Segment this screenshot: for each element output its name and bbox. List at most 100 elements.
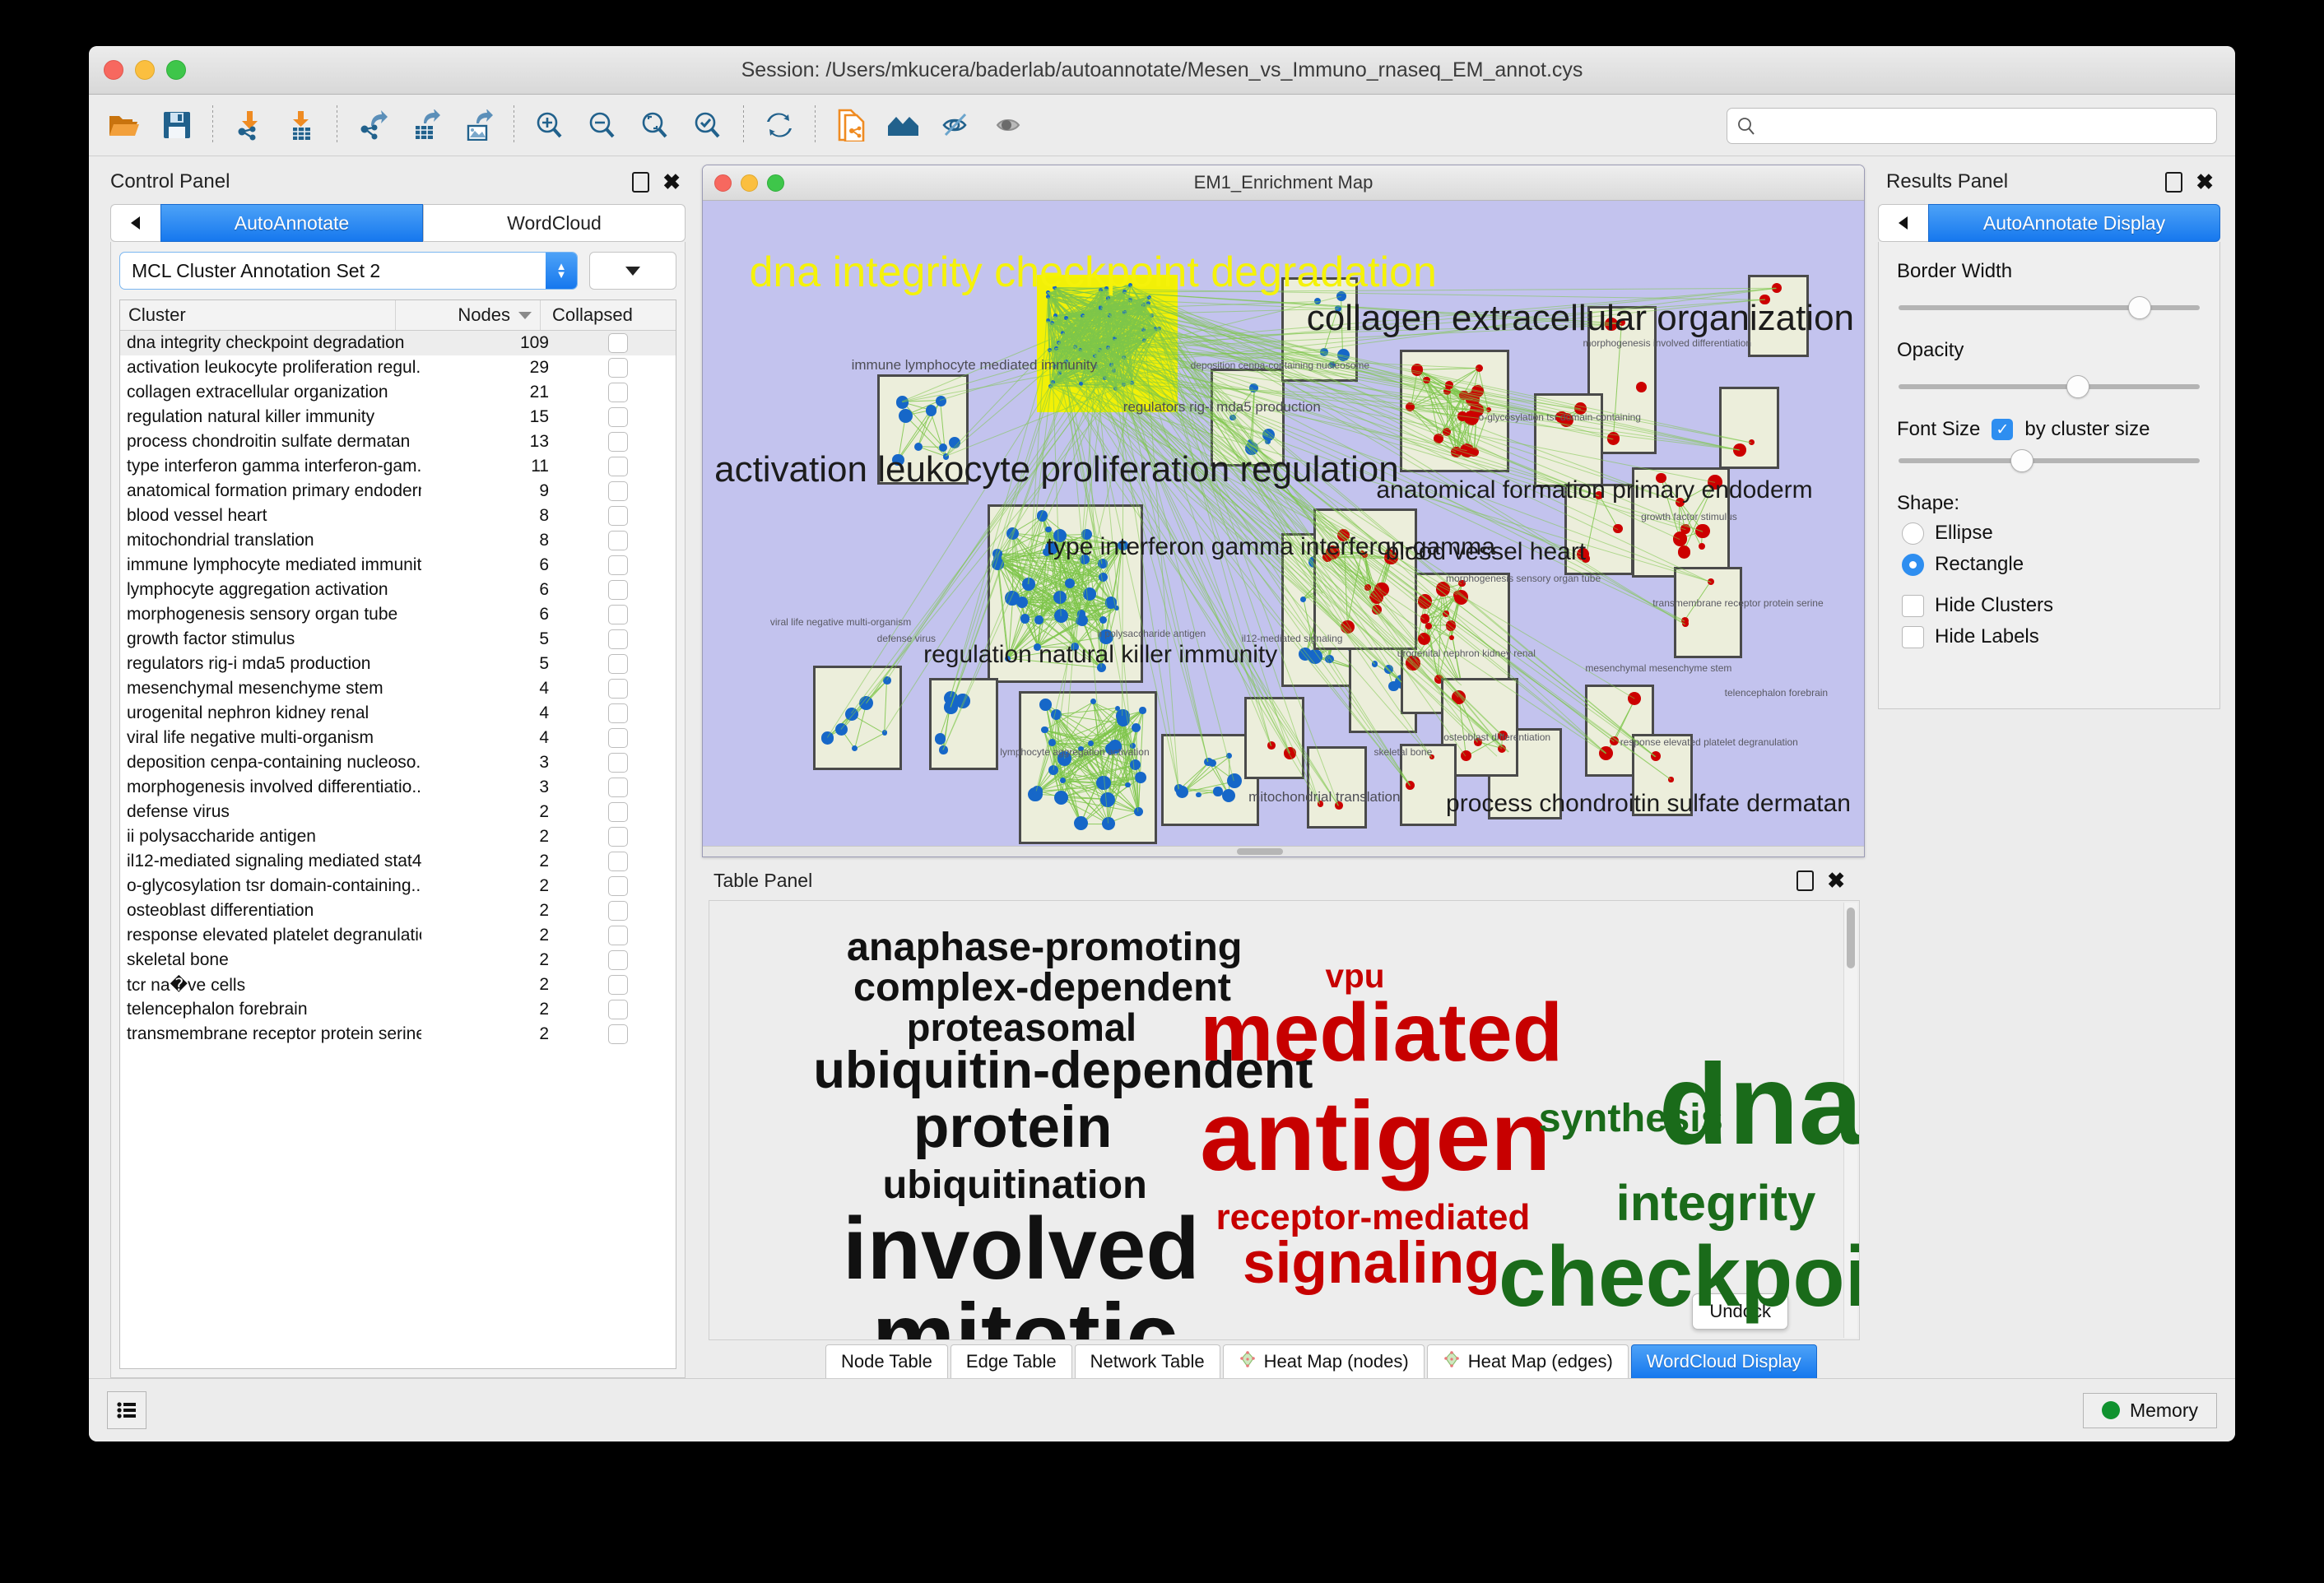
table-row[interactable]: growth factor stimulus5 [120, 627, 676, 652]
network-node[interactable] [1222, 789, 1235, 802]
close-panel-icon[interactable]: ✖ [662, 171, 681, 193]
cluster-label[interactable]: blood vessel heart [1386, 538, 1587, 566]
collapsed-checkbox[interactable] [608, 383, 628, 402]
network-node[interactable] [1020, 614, 1030, 623]
cluster-box[interactable] [929, 678, 998, 770]
table-row[interactable]: anatomical formation primary endoderm9 [120, 479, 676, 504]
network-node[interactable] [1213, 787, 1222, 796]
border-width-slider[interactable] [1899, 296, 2200, 318]
cluster-label[interactable]: lymphocyte aggregation activation [1000, 746, 1149, 758]
network-node[interactable] [1039, 699, 1052, 711]
collapsed-checkbox[interactable] [608, 358, 628, 378]
font-size-by-cluster-checkbox[interactable]: ✓ [1992, 419, 2013, 440]
tab-heat-map-nodes[interactable]: Heat Map (nodes) [1223, 1344, 1425, 1378]
network-node[interactable] [1300, 597, 1306, 602]
cluster-label[interactable]: collagen extracellular organization [1307, 298, 1854, 339]
cluster-label[interactable]: dna integrity checkpoint degradation [749, 248, 1436, 297]
table-row[interactable]: process chondroitin sulfate dermatan13 [120, 429, 676, 454]
tab-edge-table[interactable]: Edge Table [951, 1344, 1072, 1378]
cell-collapsed[interactable] [560, 605, 676, 624]
table-row[interactable]: collagen extracellular organization21 [120, 380, 676, 405]
shape-option-rectangle[interactable]: Rectangle [1902, 553, 2205, 576]
table-row[interactable]: type interferon gamma interferon-gam...1… [120, 454, 676, 479]
wordcloud-word[interactable]: dna [1658, 1047, 1860, 1162]
table-row[interactable]: dna integrity checkpoint degradation109 [120, 331, 676, 355]
cell-collapsed[interactable] [560, 1000, 676, 1019]
cell-collapsed[interactable] [560, 555, 676, 575]
table-row[interactable]: mesenchymal mesenchyme stem4 [120, 676, 676, 701]
collapsed-checkbox[interactable] [608, 531, 628, 550]
annotation-set-menu-button[interactable] [589, 252, 676, 290]
close-window-button[interactable] [104, 60, 123, 80]
cluster-label[interactable]: defense virus [877, 633, 936, 644]
tab-autoannotate-display[interactable]: AutoAnnotate Display [1928, 204, 2220, 242]
cell-collapsed[interactable] [560, 654, 676, 674]
cell-collapsed[interactable] [560, 1024, 676, 1044]
collapsed-checkbox[interactable] [608, 555, 628, 575]
cell-collapsed[interactable] [560, 383, 676, 402]
collapsed-checkbox[interactable] [608, 778, 628, 797]
network-node[interactable] [1388, 681, 1398, 691]
hide-icon[interactable] [932, 102, 980, 148]
network-node[interactable] [926, 405, 937, 416]
table-row[interactable]: transmembrane receptor protein serine2 [120, 1022, 676, 1047]
cell-collapsed[interactable] [560, 531, 676, 550]
export-table-icon[interactable] [402, 102, 449, 148]
collapsed-checkbox[interactable] [608, 679, 628, 699]
cluster-label[interactable]: il12-mediated signaling [1242, 633, 1343, 644]
cluster-label[interactable]: skeletal bone [1374, 746, 1433, 758]
minimize-window-button[interactable] [135, 60, 155, 80]
float-table-panel-icon[interactable] [1796, 870, 1814, 891]
wordcloud-display[interactable]: Undock anaphase-promotingcomplex-depende… [709, 900, 1860, 1340]
hide-clusters-row[interactable]: Hide Clusters [1902, 594, 2205, 617]
cell-collapsed[interactable] [560, 506, 676, 526]
collapsed-checkbox[interactable] [608, 457, 628, 476]
table-row[interactable]: ii polysaccharide antigen2 [120, 824, 676, 849]
cell-collapsed[interactable] [560, 481, 676, 501]
hide-labels-row[interactable]: Hide Labels [1902, 625, 2205, 648]
network-node[interactable] [936, 396, 946, 406]
network-node[interactable] [935, 733, 946, 744]
cluster-label[interactable]: o-glycosylation tsr domain-containing [1479, 411, 1641, 423]
annotation-set-spinner-icon[interactable]: ▲▼ [546, 253, 577, 289]
column-header-cluster[interactable]: Cluster [120, 300, 395, 330]
table-row[interactable]: regulation natural killer immunity15 [120, 405, 676, 429]
cluster-label[interactable]: anatomical formation primary endoderm [1376, 476, 1812, 504]
collapsed-checkbox[interactable] [608, 802, 628, 822]
table-row[interactable]: viral life negative multi-organism4 [120, 726, 676, 750]
tab-node-table[interactable]: Node Table [825, 1344, 948, 1378]
collapsed-checkbox[interactable] [608, 333, 628, 353]
cluster-label[interactable]: regulators rig-i mda5 production [1123, 399, 1321, 415]
collapsed-checkbox[interactable] [608, 926, 628, 945]
shape-option-ellipse[interactable]: Ellipse [1902, 522, 2205, 545]
collapsed-checkbox[interactable] [608, 629, 628, 649]
tab-wordcloud-display[interactable]: WordCloud Display [1631, 1344, 1817, 1378]
wordcloud-word[interactable]: mitotic [872, 1290, 1178, 1340]
table-row[interactable]: osteoblast differentiation2 [120, 898, 676, 923]
cell-collapsed[interactable] [560, 407, 676, 427]
collapsed-checkbox[interactable] [608, 975, 628, 995]
network-node[interactable] [1636, 382, 1647, 392]
cell-collapsed[interactable] [560, 876, 676, 896]
collapsed-checkbox[interactable] [608, 654, 628, 674]
memory-button[interactable]: Memory [2083, 1393, 2217, 1428]
table-row[interactable]: regulators rig-i mda5 production5 [120, 652, 676, 676]
column-header-collapsed[interactable]: Collapsed [541, 300, 676, 330]
tab-wordcloud[interactable]: WordCloud [423, 204, 686, 242]
wordcloud-word[interactable]: mediated [1200, 991, 1563, 1074]
cluster-box[interactable] [1307, 746, 1368, 828]
table-row[interactable]: immune lymphocyte mediated immunity6 [120, 553, 676, 578]
wordcloud-word[interactable]: protein [913, 1098, 1113, 1157]
table-row[interactable]: mitochondrial translation8 [120, 528, 676, 553]
cluster-label[interactable]: deposition cenpa-containing nucleosome [1191, 360, 1369, 371]
cell-collapsed[interactable] [560, 852, 676, 871]
zoom-in-icon[interactable] [526, 102, 574, 148]
slider-knob[interactable] [2010, 449, 2034, 472]
network-canvas[interactable]: dna integrity checkpoint degradationcoll… [703, 201, 1864, 846]
cluster-label[interactable]: telencephalon forebrain [1725, 687, 1828, 699]
tab-scroll-left-button[interactable] [110, 204, 160, 242]
save-icon[interactable] [153, 102, 201, 148]
cell-collapsed[interactable] [560, 580, 676, 600]
scrollbar-thumb[interactable] [1237, 848, 1283, 855]
network-node[interactable] [1678, 545, 1691, 559]
